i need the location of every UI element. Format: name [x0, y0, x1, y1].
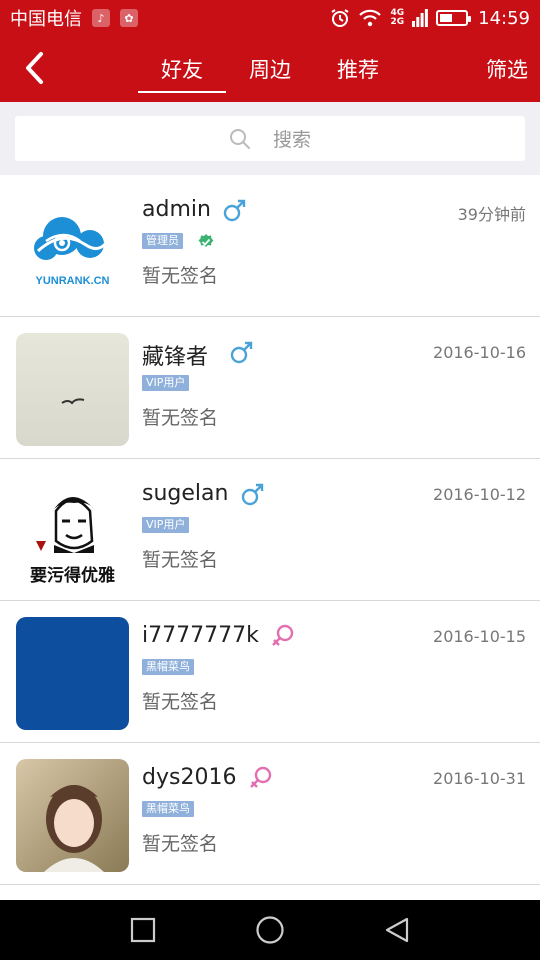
system-nav-bar	[0, 900, 540, 960]
male-icon	[223, 199, 246, 222]
avatar	[16, 333, 129, 446]
signature: 暂无签名	[142, 833, 219, 855]
avatar	[16, 617, 129, 730]
avatar: 要污得优雅	[16, 475, 129, 588]
bird-photo	[61, 398, 85, 405]
user-name: admin	[142, 197, 211, 222]
alarm-icon	[331, 9, 350, 27]
last-active-time: 2016-10-15	[433, 627, 526, 646]
signature: 暂无签名	[142, 265, 219, 287]
chevron-left-icon	[26, 52, 43, 84]
tab-nearby[interactable]: 周边	[226, 36, 314, 102]
search-icon	[229, 128, 250, 149]
network-type: 4G 2G	[390, 9, 404, 27]
role-badge: 黑帽菜鸟	[142, 659, 194, 675]
avatar-caption: 要污得优雅	[30, 566, 115, 586]
avatar	[16, 759, 129, 872]
tab-label: 推荐	[337, 58, 379, 82]
role-badge: 管理员	[142, 233, 183, 249]
friend-list: YUNRANK.CN admin 39分钟前 管理员 暂无签名 藏锋者 2016…	[0, 175, 540, 885]
system-back-button[interactable]	[377, 910, 417, 950]
filter-button[interactable]: 筛选	[486, 36, 528, 102]
avatar: YUNRANK.CN	[16, 191, 129, 304]
role-badge: 黑帽菜鸟	[142, 801, 194, 817]
signature: 暂无签名	[142, 691, 219, 713]
last-active-time: 2016-10-16	[433, 343, 526, 362]
wifi-icon	[359, 9, 382, 27]
tab-friends[interactable]: 好友	[138, 36, 226, 102]
user-name: 藏锋者	[142, 345, 209, 370]
list-item[interactable]: 藏锋者 2016-10-16 VIP用户 暂无签名	[0, 317, 540, 459]
user-name: dys2016	[142, 765, 237, 790]
user-name: i7777777k	[142, 623, 259, 648]
last-active-time: 39分钟前	[457, 205, 526, 224]
back-icon	[385, 917, 408, 943]
status-bar: 中国电信 ♪ ✿ 4G 2G 14:59	[0, 0, 540, 36]
list-item[interactable]: dys2016 2016-10-31 黑帽菜鸟 暂无签名	[0, 743, 540, 885]
recent-apps-icon	[131, 917, 156, 943]
yunrank-logo	[34, 217, 108, 260]
home-icon	[256, 916, 284, 944]
battery-icon	[436, 10, 472, 26]
app-notification-icon: ✿	[120, 9, 138, 27]
music-notification-icon: ♪	[92, 9, 110, 27]
last-active-time: 2016-10-12	[433, 485, 526, 504]
role-badge: VIP用户	[142, 517, 190, 533]
signature: 暂无签名	[142, 549, 219, 571]
tab-bar: 好友 周边 推荐	[138, 36, 402, 102]
clock: 14:59	[478, 7, 530, 29]
signal-icon	[412, 9, 429, 27]
avatar-logo-text: YUNRANK.CN	[35, 275, 110, 287]
home-button[interactable]	[250, 910, 290, 950]
list-item[interactable]: 要污得优雅 sugelan 2016-10-12 VIP用户 暂无签名	[0, 459, 540, 601]
search-placeholder: 搜索	[272, 129, 311, 151]
tab-recommended[interactable]: 推荐	[314, 36, 402, 102]
list-item[interactable]: i7777777k 2016-10-15 黑帽菜鸟 暂无签名	[0, 601, 540, 743]
female-icon	[250, 766, 272, 788]
male-icon	[241, 483, 264, 506]
user-name: sugelan	[142, 481, 229, 506]
recent-apps-button[interactable]	[123, 910, 163, 950]
search-input[interactable]: 搜索	[15, 116, 525, 161]
list-item[interactable]: YUNRANK.CN admin 39分钟前 管理员 暂无签名	[0, 175, 540, 317]
verified-icon	[198, 234, 214, 247]
tab-label: 好友	[161, 58, 203, 82]
header: 好友 周边 推荐 筛选	[0, 36, 540, 102]
last-active-time: 2016-10-31	[433, 769, 526, 788]
role-badge: VIP用户	[142, 375, 190, 391]
tab-label: 周边	[249, 58, 291, 82]
female-icon	[272, 624, 294, 646]
carrier-name: 中国电信	[10, 9, 82, 30]
portrait-photo	[44, 785, 104, 872]
net-type-bottom: 2G	[390, 17, 405, 27]
search-area: 搜索	[0, 102, 540, 175]
back-button[interactable]	[16, 50, 52, 86]
signature: 暂无签名	[142, 407, 219, 429]
male-icon	[230, 341, 253, 364]
